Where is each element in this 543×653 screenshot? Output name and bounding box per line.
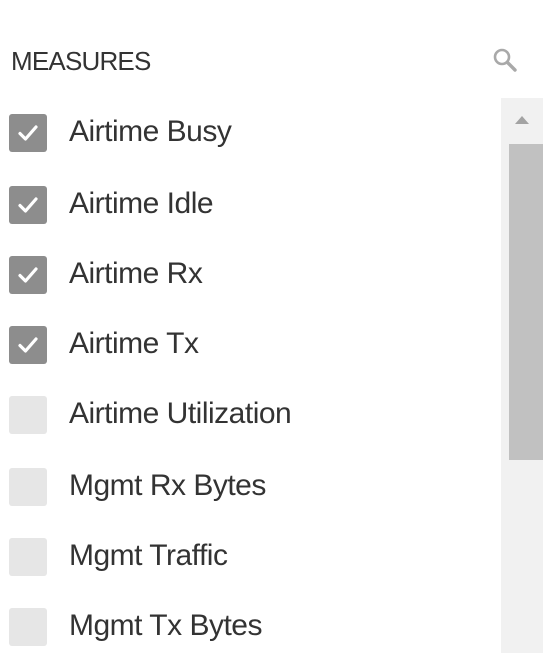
measure-label: Mgmt Traffic <box>69 539 228 572</box>
checkmark-icon <box>18 125 38 141</box>
measures-title: MEASURES <box>11 46 151 76</box>
measure-label: Airtime Utilization <box>69 397 292 430</box>
measure-item-airtime-utilization[interactable]: Airtime Utilization <box>0 384 480 444</box>
measure-label: Airtime Idle <box>69 187 214 220</box>
checkbox[interactable] <box>9 608 47 646</box>
measure-label: Mgmt Rx Bytes <box>69 469 266 502</box>
checkbox[interactable] <box>9 538 47 576</box>
measure-item-airtime-rx[interactable]: Airtime Rx <box>0 244 480 304</box>
checkbox[interactable] <box>9 468 47 506</box>
scrollbar[interactable] <box>501 98 543 653</box>
measure-item-airtime-busy[interactable]: Airtime Busy <box>0 102 480 162</box>
measure-label: Mgmt Tx Bytes <box>69 609 262 642</box>
search-icon[interactable] <box>485 40 525 80</box>
measure-label: Airtime Rx <box>69 257 203 290</box>
measure-label: Airtime Tx <box>69 327 199 360</box>
scrollbar-thumb[interactable] <box>509 144 543 460</box>
checkmark-icon <box>18 197 38 213</box>
checkmark-icon <box>18 337 38 353</box>
scroll-up-arrow-icon[interactable] <box>501 98 543 142</box>
measure-item-airtime-idle[interactable]: Airtime Idle <box>0 174 480 234</box>
measure-item-mgmt-traffic[interactable]: Mgmt Traffic <box>0 526 480 586</box>
checkmark-icon <box>18 267 38 283</box>
measure-item-mgmt-rx-bytes[interactable]: Mgmt Rx Bytes <box>0 456 480 516</box>
checkbox[interactable] <box>9 256 47 294</box>
checkbox[interactable] <box>9 186 47 224</box>
checkbox[interactable] <box>9 396 47 434</box>
measures-list: Airtime Busy Airtime Idle Airtime Rx Air… <box>0 98 505 653</box>
checkbox[interactable] <box>9 326 47 364</box>
measures-header: MEASURES <box>11 40 517 80</box>
checkbox[interactable] <box>9 114 47 152</box>
measure-label: Airtime Busy <box>69 115 232 148</box>
measure-item-mgmt-tx-bytes[interactable]: Mgmt Tx Bytes <box>0 596 480 653</box>
measure-item-airtime-tx[interactable]: Airtime Tx <box>0 314 480 374</box>
